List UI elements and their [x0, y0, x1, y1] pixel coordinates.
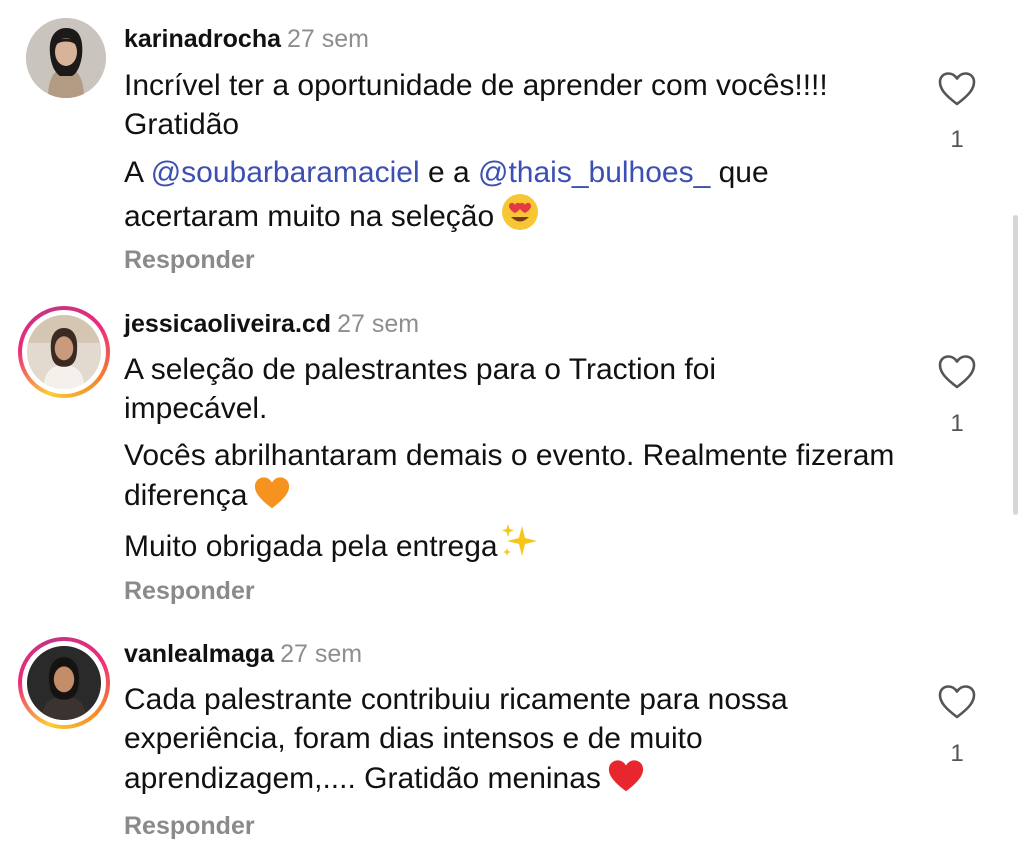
comment-text-part: Vocês abrilhantaram demais o evento. Rea…: [124, 439, 895, 512]
like-button[interactable]: [936, 70, 978, 108]
comment-text: Incrível ter a oportunidade de aprender …: [124, 69, 828, 141]
mention-link[interactable]: @soubarbaramaciel: [151, 156, 420, 189]
like-button[interactable]: [936, 683, 978, 721]
comment-text-part: A: [124, 156, 151, 189]
like-button[interactable]: [936, 353, 978, 391]
comment-text-2: Vocês abrilhantaram demais o evento. Rea…: [124, 436, 904, 521]
heart-outline-icon: [938, 72, 976, 106]
comment-text-part: Cada palestrante contribuiu ricamente pa…: [124, 683, 788, 795]
like-count: 1: [950, 740, 964, 767]
orange-heart-emoji-icon: [253, 475, 291, 521]
profile-photo-icon: [26, 18, 106, 98]
avatar[interactable]: [18, 637, 110, 729]
comment-text-3: Muito obrigada pela entrega: [124, 522, 904, 572]
heart-outline-icon: [938, 355, 976, 389]
mention-link[interactable]: @thais_bulhoes_: [478, 156, 710, 189]
reply-button[interactable]: Responder: [124, 811, 255, 841]
comment-time: 27 sem: [287, 25, 369, 53]
comment-time: 27 sem: [280, 640, 363, 668]
profile-photo-icon: [27, 315, 101, 389]
heart-eyes-emoji-icon: [500, 192, 540, 242]
comment-username[interactable]: jessicaoliveira.cd: [124, 310, 331, 338]
comment-text: A seleção de palestrantes para o Tractio…: [124, 353, 717, 425]
like-count: 1: [950, 410, 964, 437]
red-heart-emoji-icon: [607, 758, 645, 804]
comment-text: Cada palestrante contribuiu ricamente pa…: [124, 680, 914, 804]
comment-text-part: Muito obrigada pela entrega: [124, 530, 498, 563]
avatar[interactable]: [18, 306, 110, 398]
profile-photo-icon: [27, 646, 101, 720]
comment-text-part: e a: [419, 156, 478, 189]
like-count: 1: [950, 126, 964, 153]
reply-button[interactable]: Responder: [124, 576, 255, 606]
comment-username[interactable]: karinadrocha: [124, 25, 281, 53]
comment-username[interactable]: vanlealmaga: [124, 640, 274, 668]
sparkles-emoji-icon: [498, 522, 542, 572]
heart-outline-icon: [938, 685, 976, 719]
comment-text-2: A @soubarbaramaciel e a @thais_bulhoes_ …: [124, 153, 894, 242]
avatar[interactable]: [26, 18, 106, 98]
scrollbar[interactable]: [1013, 215, 1018, 515]
reply-button[interactable]: Responder: [124, 245, 255, 275]
comment-time: 27 sem: [337, 310, 420, 338]
